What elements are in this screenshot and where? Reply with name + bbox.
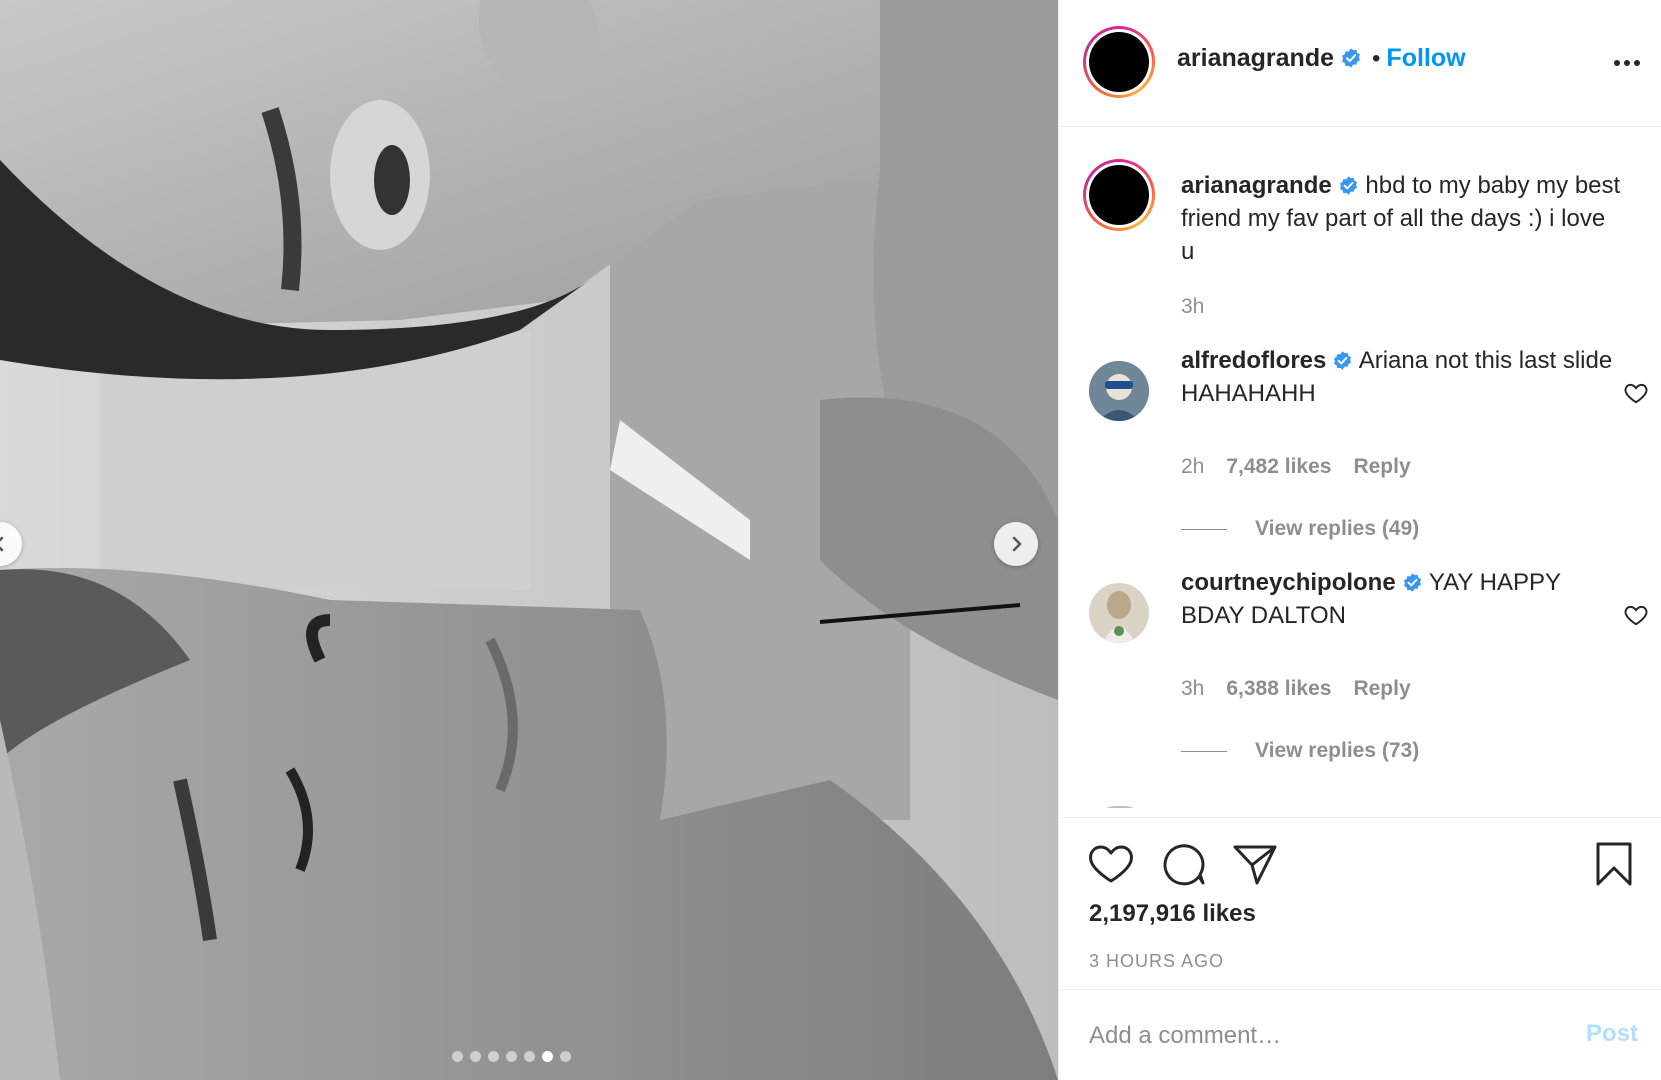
carousel-dot: [542, 1051, 553, 1062]
heart-icon[interactable]: [1087, 840, 1135, 888]
post-sidebar: arianagrande • Follow arianagrande hbd to …: [1058, 0, 1661, 1080]
comment-avatar[interactable]: [1089, 361, 1149, 421]
verified-badge-icon: [1342, 48, 1360, 68]
divider: [1181, 750, 1227, 752]
comment: courtneychipolone YAY HAPPY BDAY DALTON: [1181, 566, 1621, 632]
carousel-dot: [506, 1051, 517, 1062]
post-image: [0, 0, 1058, 1080]
caption-username[interactable]: arianagrande: [1181, 172, 1332, 199]
caption-avatar[interactable]: [1083, 159, 1155, 231]
header-avatar[interactable]: [1083, 26, 1155, 98]
carousel-dot: [560, 1051, 571, 1062]
like-comment-heart-icon[interactable]: [1623, 380, 1649, 406]
comment-avatar[interactable]: [1089, 583, 1149, 643]
comment-username[interactable]: alfredoflores: [1181, 347, 1326, 374]
divider: [1181, 528, 1227, 530]
likes-count[interactable]: 2,197,916 likes: [1089, 900, 1256, 928]
view-replies-button[interactable]: View replies (49): [1181, 517, 1419, 541]
comment-time[interactable]: 2h: [1181, 455, 1204, 479]
reply-button[interactable]: Reply: [1353, 455, 1410, 479]
comment-input[interactable]: [1089, 1016, 1549, 1056]
reply-button[interactable]: Reply: [1353, 677, 1410, 701]
view-replies-label: View replies (49): [1255, 517, 1420, 540]
next-comment-avatar-peek: [1107, 806, 1133, 810]
share-icon[interactable]: [1231, 840, 1279, 888]
avatar-image: [1089, 361, 1149, 421]
bookmark-icon[interactable]: [1590, 840, 1638, 888]
caption: arianagrande hbd to my baby my best frie…: [1181, 169, 1621, 268]
verified-badge-icon: [1403, 573, 1421, 592]
avatar-image: [1089, 583, 1149, 643]
comment-meta: 3h 6,388 likes Reply: [1181, 677, 1411, 701]
post-photo[interactable]: [0, 0, 1058, 1080]
carousel-dot: [488, 1051, 499, 1062]
view-replies-label: View replies (73): [1255, 739, 1420, 762]
follow-separator: •: [1372, 45, 1381, 72]
chevron-right-icon: [1012, 536, 1022, 552]
post-timestamp[interactable]: 3 HOURS AGO: [1089, 951, 1224, 972]
post-actions: 2,197,916 likes 3 HOURS AGO: [1059, 817, 1661, 989]
verified-badge-icon: [1339, 176, 1357, 195]
carousel-dot: [470, 1051, 481, 1062]
comment-username[interactable]: courtneychipolone: [1181, 569, 1396, 596]
carousel-dot: [452, 1051, 463, 1062]
more-options-icon[interactable]: [1609, 46, 1645, 80]
comment-time[interactable]: 3h: [1181, 677, 1204, 701]
post-header: arianagrande • Follow: [1059, 0, 1661, 127]
header-username[interactable]: arianagrande: [1177, 44, 1334, 72]
post-comment-button[interactable]: Post: [1586, 1020, 1638, 1048]
comment-icon[interactable]: [1159, 840, 1207, 888]
next-photo-button[interactable]: [994, 522, 1038, 566]
verified-badge-icon: [1334, 351, 1352, 370]
carousel-indicator: [452, 1051, 571, 1062]
add-comment-bar: Post: [1059, 989, 1661, 1080]
caption-meta: 3h: [1181, 295, 1204, 319]
comment: alfredoflores Ariana not this last slide…: [1181, 344, 1621, 410]
comment-likes[interactable]: 7,482 likes: [1226, 455, 1331, 479]
follow-button[interactable]: Follow: [1386, 44, 1465, 72]
chevron-left-icon: [0, 536, 4, 552]
comment-meta: 2h 7,482 likes Reply: [1181, 455, 1411, 479]
view-replies-button[interactable]: View replies (73): [1181, 739, 1419, 763]
carousel-dot: [524, 1051, 535, 1062]
comments-list[interactable]: arianagrande hbd to my baby my best frie…: [1059, 127, 1661, 817]
like-comment-heart-icon[interactable]: [1623, 602, 1649, 628]
caption-time[interactable]: 3h: [1181, 295, 1204, 319]
comment-likes[interactable]: 6,388 likes: [1226, 677, 1331, 701]
